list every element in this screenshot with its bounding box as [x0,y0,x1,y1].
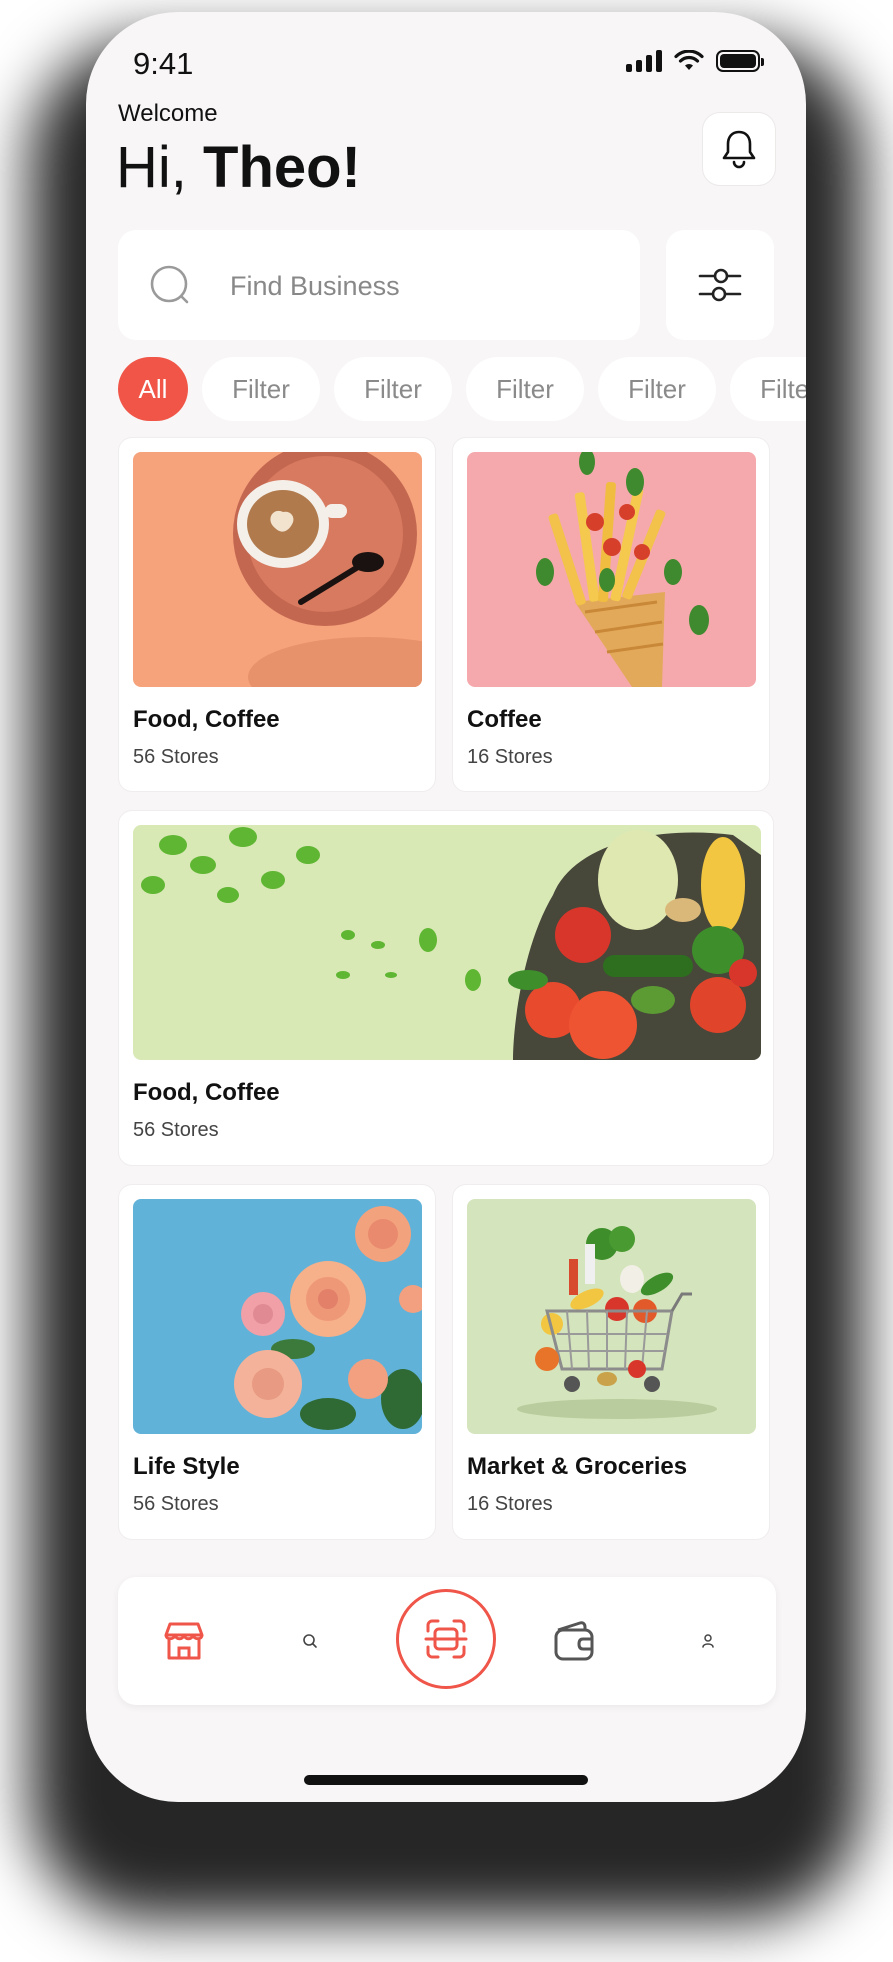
greeting-heading: Hi, Theo! [116,134,361,201]
search-icon [303,1634,317,1648]
user-icon [702,1634,714,1648]
roses-photo [133,1199,422,1434]
nav-store-button[interactable] [158,1617,210,1665]
sliders-icon [698,268,742,302]
cellular-signal-icon [626,50,662,72]
status-bar: 9:41 [86,12,806,112]
bottom-navigation [118,1577,776,1705]
card-title: Coffee [467,706,542,733]
status-icons [626,50,764,72]
search-input[interactable] [228,230,622,342]
category-card[interactable]: Food, Coffee 56 Stores [118,437,436,792]
category-card[interactable]: Market & Groceries 16 Stores [452,1184,770,1540]
store-icon [164,1622,204,1660]
card-title: Food, Coffee [133,1079,280,1106]
vegetables-banner-photo [133,825,761,1060]
bell-icon [722,130,756,169]
category-card-wide[interactable]: Food, Coffee 56 Stores [118,810,774,1166]
filter-chip[interactable]: Filter [202,357,320,421]
filter-chips: AllFilterFilterFilterFilterFilter [118,357,806,423]
welcome-label: Welcome [118,100,218,127]
search-icon [150,265,189,304]
filter-chip[interactable]: Filter [334,357,452,421]
notifications-button[interactable] [702,112,776,186]
scan-button[interactable] [396,1589,496,1689]
card-store-count: 16 Stores [467,746,553,768]
category-card[interactable]: Life Style 56 Stores [118,1184,436,1540]
fries-cone-photo [467,452,756,687]
home-indicator[interactable] [304,1775,588,1785]
card-title: Food, Coffee [133,706,280,733]
grocery-cart-photo [467,1199,756,1434]
nav-wallet-button[interactable] [550,1617,600,1665]
coffee-cup-photo [133,452,422,687]
filter-chip[interactable]: Filter [466,357,584,421]
filter-chip[interactable]: Filter [730,357,806,421]
card-store-count: 56 Stores [133,1119,219,1141]
card-title: Market & Groceries [467,1453,688,1480]
card-store-count: 16 Stores [467,1493,553,1515]
search-bar[interactable] [118,230,640,342]
filter-settings-button[interactable] [666,230,774,340]
wifi-icon [674,50,704,70]
nav-profile-button[interactable] [696,1629,720,1653]
phone-screen: 9:41 Welcome Hi, Theo! Find Business All… [86,12,806,1802]
greeting-prefix: Hi, [116,135,187,200]
card-title: Life Style [133,1453,240,1480]
card-store-count: 56 Stores [133,746,219,768]
user-name: Theo! [203,135,361,200]
scan-icon [424,1619,468,1659]
category-card[interactable]: Coffee 16 Stores [452,437,770,792]
filter-chip-all[interactable]: All [118,357,188,421]
card-store-count: 56 Stores [133,1493,219,1515]
nav-search-button[interactable] [298,1629,322,1653]
status-time: 9:41 [133,46,194,81]
wallet-icon [554,1621,594,1661]
filter-chip[interactable]: Filter [598,357,716,421]
battery-icon [716,50,764,72]
